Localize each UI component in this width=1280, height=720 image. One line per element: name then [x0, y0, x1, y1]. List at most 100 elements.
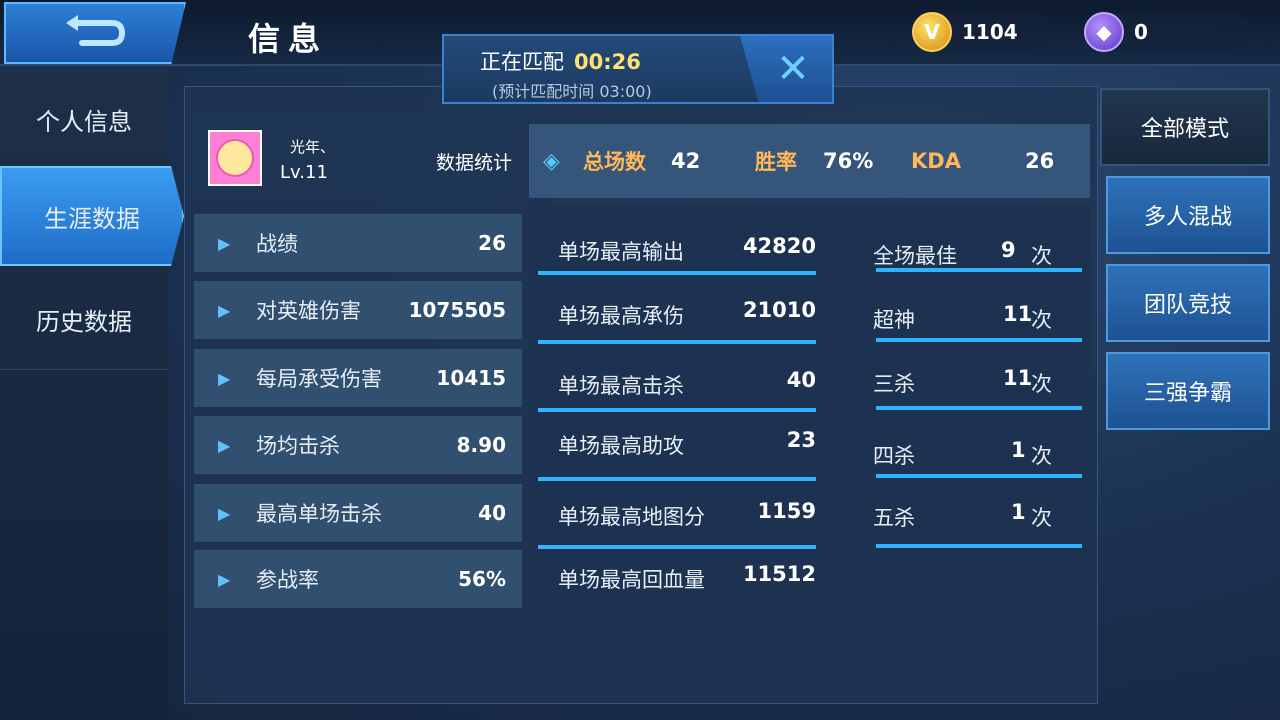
sidebar-item-label: 历史数据 [36, 308, 132, 336]
stat-row[interactable]: ▶ 对英雄伤害 1075505 [194, 281, 522, 339]
stat-row[interactable]: ▶ 战绩 26 [194, 214, 522, 272]
stat-value: 8.90 [456, 433, 506, 457]
record-label: 单场最高地图分 [558, 505, 705, 529]
record-row: 单场最高击杀 40 [558, 364, 816, 404]
honor-row: 五杀 1 次 [873, 496, 1063, 536]
sidebar-item-personal-info[interactable]: 个人信息 [0, 70, 168, 170]
honor-row: 三杀 11 次 [873, 362, 1063, 402]
stat-row[interactable]: ▶ 场均击杀 8.90 [194, 416, 522, 474]
stat-label: 最高单场击杀 [256, 502, 382, 526]
cancel-matching-button[interactable]: ✕ [740, 36, 832, 102]
stat-label: 参战率 [256, 568, 319, 592]
row-divider [876, 474, 1082, 478]
gem-currency: ◆ 0 [1084, 12, 1250, 52]
row-divider [538, 545, 816, 549]
honor-label: 四杀 [873, 444, 915, 468]
close-icon: ✕ [776, 46, 810, 92]
profile-card: 光年、 Lv.11 数据统计 [194, 112, 522, 202]
stat-row[interactable]: ▶ 每局承受伤害 10415 [194, 349, 522, 407]
back-button[interactable] [4, 2, 186, 64]
matching-status: 正在匹配 [480, 50, 564, 74]
mode-all-button[interactable]: 全部模式 [1100, 88, 1270, 166]
record-row: 单场最高助攻 23 [558, 424, 816, 464]
stats-label: 数据统计 [435, 152, 512, 174]
matching-popup: 正在匹配 00:26 (预计匹配时间 03:00) ✕ [442, 34, 834, 104]
record-value: 1159 [757, 499, 816, 523]
record-value: 11512 [742, 562, 816, 586]
expand-triangle-icon: ▶ [218, 233, 231, 253]
honor-unit: 次 [1031, 244, 1052, 268]
summary-bar: ◈ 总场数 42 胜率 76% KDA 26 [529, 124, 1090, 198]
mode-label: 三强争霸 [1143, 381, 1232, 406]
row-divider [876, 406, 1082, 410]
stat-value: 1075505 [408, 298, 506, 322]
stat-value: 56% [458, 567, 506, 591]
record-row: 单场最高承伤 21010 [558, 294, 816, 334]
diamond-icon: ◈ [543, 148, 560, 174]
mode-three-way-button[interactable]: 三强争霸 [1106, 352, 1270, 430]
honor-label: 五杀 [873, 506, 915, 530]
stat-row[interactable]: ▶ 最高单场击杀 40 [194, 484, 522, 542]
total-matches-value: 42 [671, 149, 701, 173]
mode-label: 多人混战 [1143, 205, 1232, 230]
back-arrow-icon [66, 15, 126, 46]
player-level: Lv.11 [280, 162, 328, 183]
record-label: 单场最高输出 [558, 240, 684, 264]
expand-triangle-icon: ▶ [218, 300, 231, 320]
mode-team-battle-button[interactable]: 团队竞技 [1106, 264, 1270, 342]
honor-unit: 次 [1031, 506, 1052, 530]
kda-value: 26 [1025, 149, 1055, 173]
winrate-value: 76% [823, 149, 874, 173]
stat-label: 战绩 [256, 232, 298, 256]
row-divider [538, 408, 816, 412]
gold-amount: 1104 [962, 20, 1018, 44]
record-value: 42820 [742, 234, 816, 258]
record-label: 单场最高回血量 [558, 568, 705, 592]
record-label: 单场最高击杀 [558, 374, 684, 398]
mode-free-for-all-button[interactable]: 多人混战 [1106, 176, 1270, 254]
sidebar-item-career-data[interactable]: 生涯数据 [0, 166, 184, 266]
row-divider [538, 477, 816, 481]
record-row: 单场最高输出 42820 [558, 230, 816, 270]
stat-value: 26 [478, 231, 506, 255]
row-divider [538, 271, 816, 275]
stat-label: 场均击杀 [256, 434, 340, 458]
honor-unit: 次 [1031, 308, 1052, 332]
mode-label: 全部模式 [1140, 117, 1229, 142]
matching-estimate: (预计匹配时间 03:00) [492, 82, 652, 101]
honor-row: 四杀 1 次 [873, 434, 1063, 474]
honor-count: 9 [1001, 238, 1016, 262]
honor-row: 超神 11 次 [873, 298, 1063, 338]
expand-triangle-icon: ▶ [218, 569, 231, 589]
avatar[interactable] [208, 130, 262, 186]
matching-status-line: 正在匹配 00:26 [480, 46, 641, 76]
stat-value: 40 [478, 501, 506, 525]
gold-coin-icon: V [912, 12, 952, 52]
matching-timer: 00:26 [574, 50, 641, 74]
expand-triangle-icon: ▶ [218, 368, 231, 388]
sidebar-item-label: 个人信息 [36, 108, 132, 136]
total-matches-label: 总场数 [583, 150, 646, 174]
honor-unit: 次 [1031, 444, 1052, 468]
sidebar-item-label: 生涯数据 [44, 204, 140, 233]
stat-label: 对英雄伤害 [256, 299, 361, 323]
gem-icon: ◆ [1084, 12, 1124, 52]
page-title: 信息 [248, 20, 329, 58]
honor-label: 全场最佳 [873, 244, 957, 268]
record-value: 40 [786, 368, 816, 392]
row-divider [538, 340, 816, 344]
stat-row[interactable]: ▶ 参战率 56% [194, 550, 522, 608]
sidebar-item-history-data[interactable]: 历史数据 [0, 270, 168, 370]
record-row: 单场最高地图分 1159 [558, 495, 816, 535]
gem-amount: 0 [1134, 20, 1148, 44]
honor-count: 11 [1003, 366, 1033, 390]
gold-currency: V 1104 [912, 12, 1052, 52]
row-divider [876, 544, 1082, 548]
honor-label: 超神 [873, 308, 915, 332]
mode-label: 团队竞技 [1143, 293, 1232, 318]
record-row: 单场最高回血量 11512 [558, 558, 816, 598]
player-name: 光年、 [290, 138, 336, 156]
honor-count: 11 [1003, 302, 1033, 326]
stat-label: 每局承受伤害 [256, 367, 382, 391]
kda-label: KDA [911, 149, 961, 173]
